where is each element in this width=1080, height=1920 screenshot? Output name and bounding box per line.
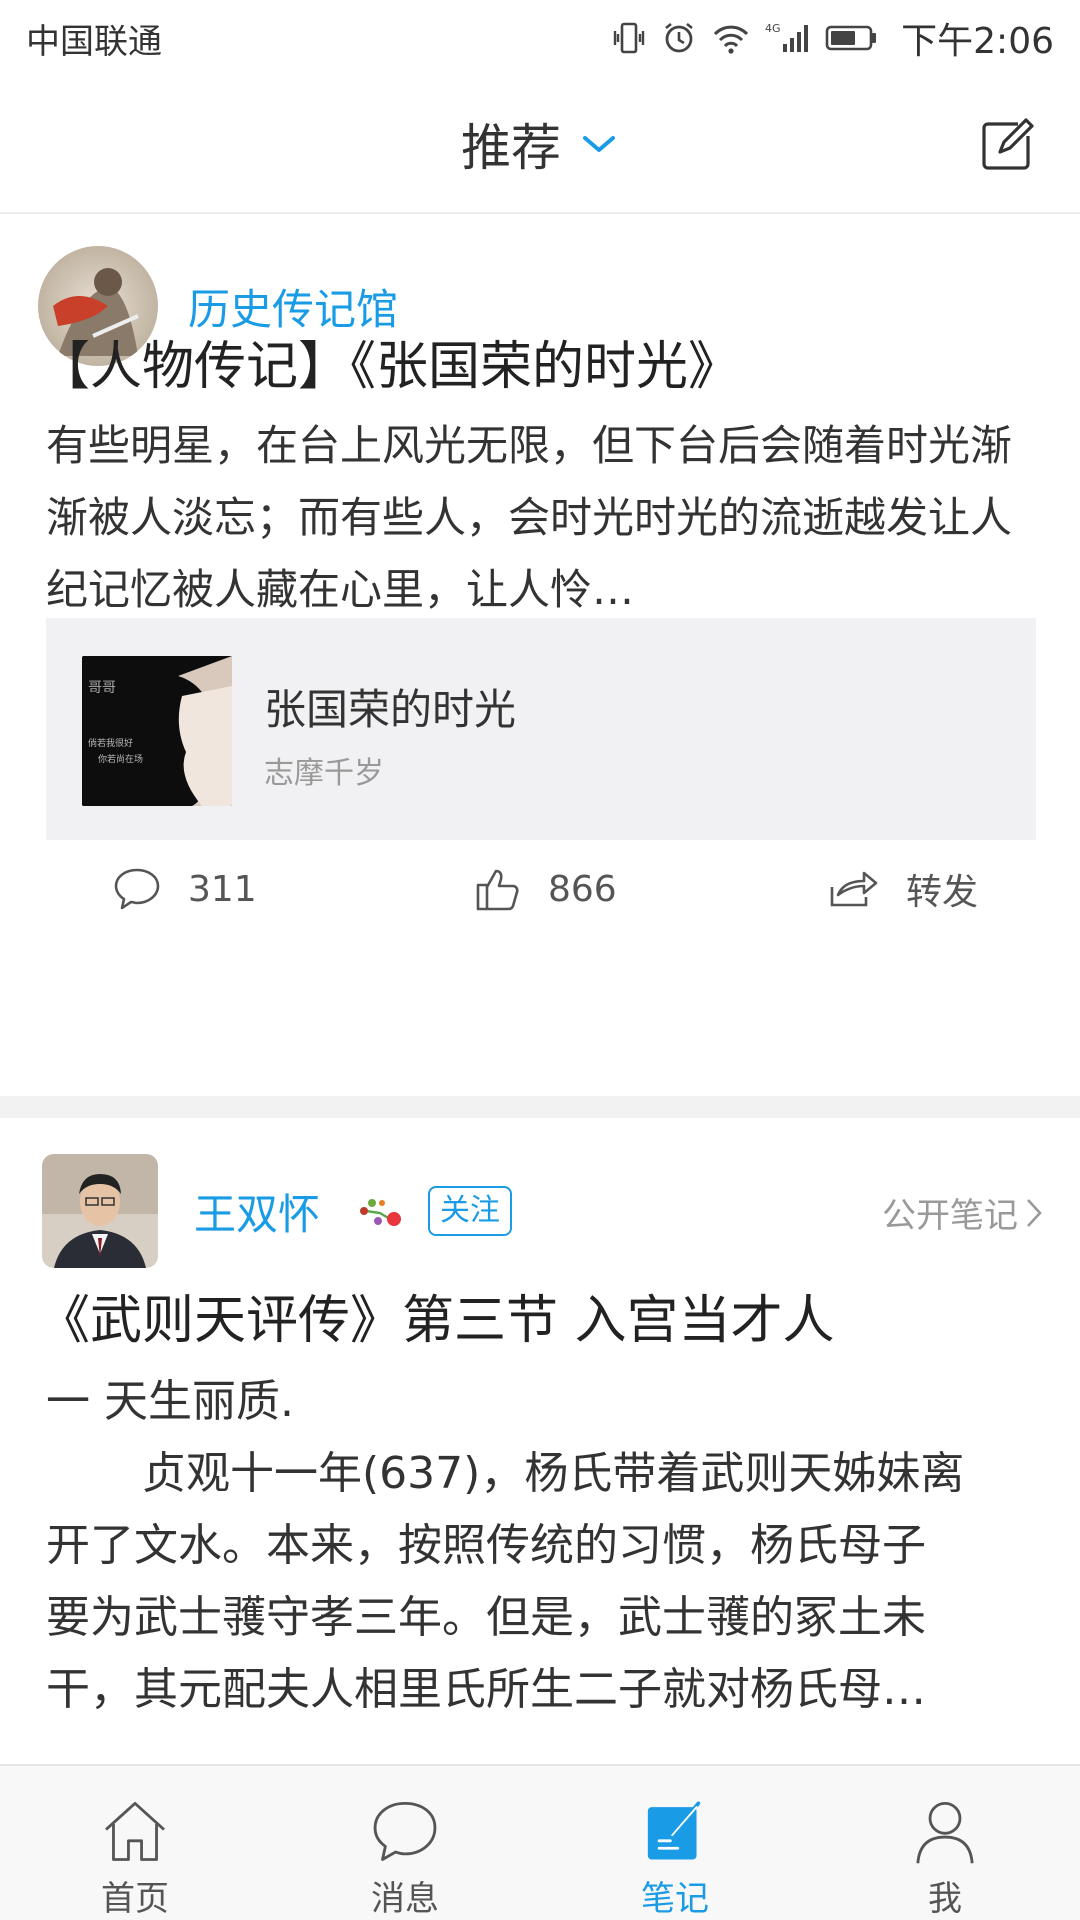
post-title[interactable]: 《武则天评传》第三节 入宫当才人	[38, 1290, 1042, 1352]
carrier-label: 中国联通	[26, 21, 162, 62]
post-excerpt[interactable]: 有些明星，在台上风光无限，但下台后会随着时光渐渐被人淡忘；而有些人，会时光时光的…	[46, 410, 1034, 626]
body-line: 干，其元配夫人相里氏所生二子就对杨氏母…	[46, 1664, 926, 1715]
share-button[interactable]: 转发	[826, 844, 978, 934]
share-label: 转发	[906, 872, 979, 913]
body-line: 贞观十一年(637)，杨氏带着武则天姊妹离	[142, 1448, 965, 1499]
signal-icon: 4G	[765, 20, 811, 56]
nav-label: 首页	[101, 1879, 169, 1919]
music-cover-image: 哥哥 倘若我很好 你若尚在场	[82, 656, 232, 806]
profile-icon	[916, 1801, 974, 1864]
status-icons: 4G 下午2:06	[611, 12, 1054, 64]
post-title[interactable]: 【人物传记】《张国荣的时光》	[38, 336, 1042, 398]
flower-badge-icon	[360, 1199, 402, 1226]
chevron-down-icon	[583, 136, 615, 152]
nav-label: 笔记	[641, 1879, 709, 1919]
action-bar: 311 866 转发	[0, 844, 1080, 934]
feed-card[interactable]: 王双怀 关注 公开笔记 《武则天评传》第三节 入宫当才人 一 天生丽质. 贞观十…	[0, 1118, 1080, 1778]
feed-list: 历史传记馆 【人物传记】《张国荣的时光》 有些明星，在台上风光无限，但下台后会随…	[0, 216, 1080, 1778]
body-line: 一 天生丽质.	[46, 1376, 294, 1427]
chevron-right-icon	[1027, 1198, 1042, 1227]
header-title: 推荐	[461, 119, 561, 177]
message-icon	[373, 1801, 437, 1861]
status-bar: 中国联通 4G 下午2:06	[0, 0, 1080, 76]
feed-selector[interactable]: 推荐	[461, 108, 619, 180]
avatar[interactable]	[42, 1154, 158, 1268]
app-header: 推荐	[0, 76, 1080, 214]
public-note-label: 公开笔记	[882, 1196, 1018, 1236]
alarm-icon	[661, 20, 697, 56]
nav-item-messages[interactable]: 消息	[270, 1766, 540, 1920]
cover-line-2: 你若尚在场	[98, 753, 143, 765]
note-icon	[647, 1801, 701, 1860]
bottom-nav: 首页 消息 笔记 我	[0, 1764, 1080, 1920]
nav-label: 我	[928, 1879, 962, 1919]
music-card[interactable]: 哥哥 倘若我很好 你若尚在场 张国荣的时光 志摩千岁	[46, 618, 1036, 840]
network-type-label: 4G	[765, 22, 781, 35]
thumbs-up-icon	[476, 869, 519, 911]
home-icon	[105, 1801, 165, 1861]
comment-button[interactable]: 311	[112, 844, 257, 934]
body-line: 要为武士彟守孝三年。但是，武士彟的冢土未	[46, 1592, 926, 1643]
card-separator	[0, 1096, 1080, 1118]
author-row[interactable]: 王双怀 关注	[42, 1154, 513, 1268]
author-name[interactable]: 王双怀	[194, 1181, 320, 1242]
cover-title: 哥哥	[88, 680, 116, 696]
body-line: 开了文水。本来，按照传统的习惯，杨氏母子	[46, 1520, 926, 1571]
post-body[interactable]: 一 天生丽质. 贞观十一年(637)，杨氏带着武则天姊妹离 开了文水。本来，按照…	[46, 1366, 1034, 1726]
status-time: 下午2:06	[901, 21, 1054, 62]
vibrate-icon	[611, 20, 647, 56]
nav-item-profile[interactable]: 我	[810, 1766, 1080, 1920]
public-note-link[interactable]: 公开笔记	[882, 1188, 1044, 1237]
comment-count: 311	[188, 868, 257, 910]
music-artist: 志摩千岁	[264, 756, 384, 791]
like-button[interactable]: 866	[474, 844, 617, 934]
follow-button[interactable]: 关注	[428, 1186, 513, 1236]
comment-icon	[114, 868, 160, 910]
battery-icon	[825, 20, 879, 56]
nav-item-home[interactable]: 首页	[0, 1766, 270, 1920]
app-screen: 中国联通 4G 下午2:06 推荐 历史传记馆 【人物传记】《张国荣的时光》 有…	[0, 0, 1080, 1920]
like-count: 866	[548, 868, 617, 910]
nav-item-notes[interactable]: 笔记	[540, 1766, 810, 1920]
music-title: 张国荣的时光	[264, 685, 517, 734]
wifi-icon	[711, 20, 751, 56]
author-name[interactable]: 历史传记馆	[188, 276, 398, 337]
nav-label: 消息	[371, 1879, 439, 1919]
cover-line-1: 倘若我很好	[88, 737, 133, 749]
feed-card[interactable]: 历史传记馆 【人物传记】《张国荣的时光》 有些明星，在台上风光无限，但下台后会随…	[0, 216, 1080, 1096]
compose-icon[interactable]	[978, 116, 1036, 174]
share-icon	[830, 871, 878, 907]
